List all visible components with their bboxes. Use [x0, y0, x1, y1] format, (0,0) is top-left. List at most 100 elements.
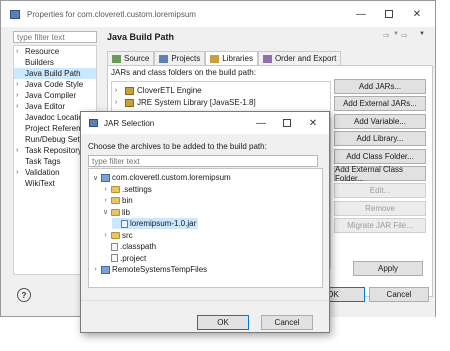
forward-arrow-icon[interactable]: ⇨: [401, 31, 408, 40]
nav-item[interactable]: › Java Code Style: [14, 79, 96, 90]
nav-item-label: Run/Debug Setti: [25, 135, 84, 144]
minimize-button[interactable]: —: [347, 2, 375, 26]
nav-item[interactable]: Java Build Path: [14, 68, 96, 79]
nav-item-label: Java Editor: [25, 102, 66, 111]
side-button-label: Add External Class Folder...: [335, 164, 404, 183]
properties-titlebar[interactable]: Properties for com.cloveretl.custom.lore…: [1, 1, 435, 27]
minimize-icon: —: [256, 117, 266, 129]
tab-1[interactable]: Projects: [154, 51, 206, 65]
nav-item-label: Javadoc Location: [25, 113, 88, 122]
nav-item-label: WikiText: [25, 179, 55, 188]
tree-row[interactable]: › .settings: [102, 184, 152, 195]
tab-icon: [210, 54, 220, 63]
chevron-right-icon[interactable]: ›: [16, 79, 18, 90]
tab-0[interactable]: Source: [107, 51, 155, 65]
dialog-separator: [81, 300, 329, 301]
library-row[interactable]: › CloverETL Engine: [115, 85, 202, 96]
tree-row[interactable]: ∨ com.cloveretl.custom.loremipsum: [92, 172, 231, 183]
minimize-icon: —: [356, 8, 366, 20]
jar-cancel-label: Cancel: [274, 318, 300, 327]
props-cancel-button[interactable]: Cancel: [369, 287, 429, 302]
chevron-down-icon[interactable]: ∨: [92, 174, 99, 182]
section-label: JARs and class folders on the build path…: [111, 68, 256, 77]
nav-item[interactable]: › Resource: [14, 46, 96, 57]
jar-filter-input[interactable]: [88, 155, 318, 167]
chevron-down-icon[interactable]: ▼: [393, 31, 399, 37]
chevron-right-icon[interactable]: ›: [102, 232, 109, 239]
chevron-right-icon[interactable]: ›: [16, 90, 18, 101]
side-button[interactable]: Add Variable...: [334, 113, 426, 129]
jar-ok-button[interactable]: OK: [197, 315, 249, 330]
apply-button[interactable]: Apply: [353, 261, 423, 276]
nav-item-label: Java Code Style: [25, 80, 84, 89]
nav-item[interactable]: Builders: [14, 57, 96, 68]
tab-icon: [112, 54, 121, 63]
side-button: Edit...: [334, 183, 426, 199]
tree-row[interactable]: .project: [102, 253, 146, 264]
tree-row[interactable]: › src: [102, 230, 132, 241]
tree-row[interactable]: › RemoteSystemsTempFiles: [92, 264, 207, 275]
nav-item-label: Builders: [25, 58, 54, 67]
tab-icon: [262, 54, 272, 63]
project-icon: [101, 265, 110, 274]
tab-icon: [159, 54, 169, 63]
dialog-window-icon: [89, 119, 98, 127]
tree-row[interactable]: › bin: [102, 195, 132, 206]
chevron-right-icon[interactable]: ›: [16, 46, 18, 57]
tree-label: RemoteSystemsTempFiles: [112, 265, 208, 274]
maximize-icon: [283, 119, 291, 127]
jar-minimize-button[interactable]: —: [247, 112, 275, 134]
tab-3[interactable]: Order and Export: [257, 51, 342, 65]
chevron-right-icon[interactable]: ›: [102, 197, 109, 204]
jar-titlebar[interactable]: JAR Selection — ✕: [81, 112, 329, 134]
window-icon: [10, 10, 20, 19]
library-icon: [125, 98, 134, 107]
tree-label: .settings: [122, 184, 152, 194]
side-button[interactable]: Add Class Folder...: [334, 148, 426, 164]
tree-label: com.cloveretl.custom.loremipsum: [112, 173, 231, 182]
menu-icon[interactable]: ▼: [419, 31, 425, 37]
help-icon: ?: [21, 290, 27, 300]
back-arrow-icon[interactable]: ⇨: [383, 31, 390, 40]
side-button: Remove: [334, 200, 426, 216]
tree-row[interactable]: .classpath: [102, 241, 156, 252]
side-button[interactable]: Add JARs...: [334, 79, 426, 94]
chevron-right-icon[interactable]: ›: [16, 145, 18, 156]
tab-label: Source: [124, 54, 150, 63]
jar-cancel-button[interactable]: Cancel: [261, 315, 313, 330]
side-button-label: Add External JARs...: [343, 99, 417, 109]
maximize-button[interactable]: [375, 2, 403, 26]
side-button-label: Remove: [365, 203, 395, 213]
chevron-right-icon[interactable]: ›: [16, 167, 18, 178]
tree-label: lib: [122, 207, 131, 217]
chevron-right-icon[interactable]: ›: [102, 186, 109, 193]
project-icon: [101, 173, 110, 182]
library-row[interactable]: › JRE System Library [JavaSE-1.8]: [115, 97, 256, 108]
jar-selection-dialog: JAR Selection — ✕ Choose the archives to…: [80, 111, 330, 333]
close-button[interactable]: ✕: [403, 2, 431, 26]
tree-row[interactable]: loremipsum-1.0.jar: [112, 218, 199, 229]
nav-item[interactable]: › Java Compiler: [14, 90, 96, 101]
side-button[interactable]: Add Library...: [334, 131, 426, 147]
tab-label: Libraries: [222, 54, 253, 63]
side-button-label: Add JARs...: [358, 82, 402, 91]
jar-maximize-button[interactable]: [273, 112, 301, 134]
chevron-right-icon[interactable]: ›: [115, 87, 122, 94]
jar-close-button[interactable]: ✕: [299, 112, 327, 134]
side-button[interactable]: Add External Class Folder...: [334, 164, 426, 183]
side-button[interactable]: Add External JARs...: [334, 96, 426, 112]
tab-2[interactable]: Libraries: [205, 51, 258, 65]
tree-label: .project: [120, 253, 147, 263]
nav-filter-input[interactable]: [13, 31, 97, 43]
chevron-down-icon[interactable]: ∨: [102, 208, 109, 216]
chevron-right-icon[interactable]: ›: [92, 266, 99, 273]
chevron-right-icon[interactable]: ›: [115, 99, 122, 106]
tree-row[interactable]: ∨ lib: [102, 207, 130, 218]
side-button-label: Add Class Folder...: [346, 151, 414, 161]
help-button[interactable]: ?: [17, 288, 31, 302]
library-icon: [125, 86, 134, 95]
chevron-right-icon[interactable]: ›: [16, 101, 18, 112]
properties-title: Properties for com.cloveretl.custom.lore…: [27, 10, 196, 19]
jar-tree[interactable]: ∨ com.cloveretl.custom.loremipsum › .settin…: [88, 168, 323, 288]
nav-item-label: Java Compiler: [25, 91, 77, 100]
